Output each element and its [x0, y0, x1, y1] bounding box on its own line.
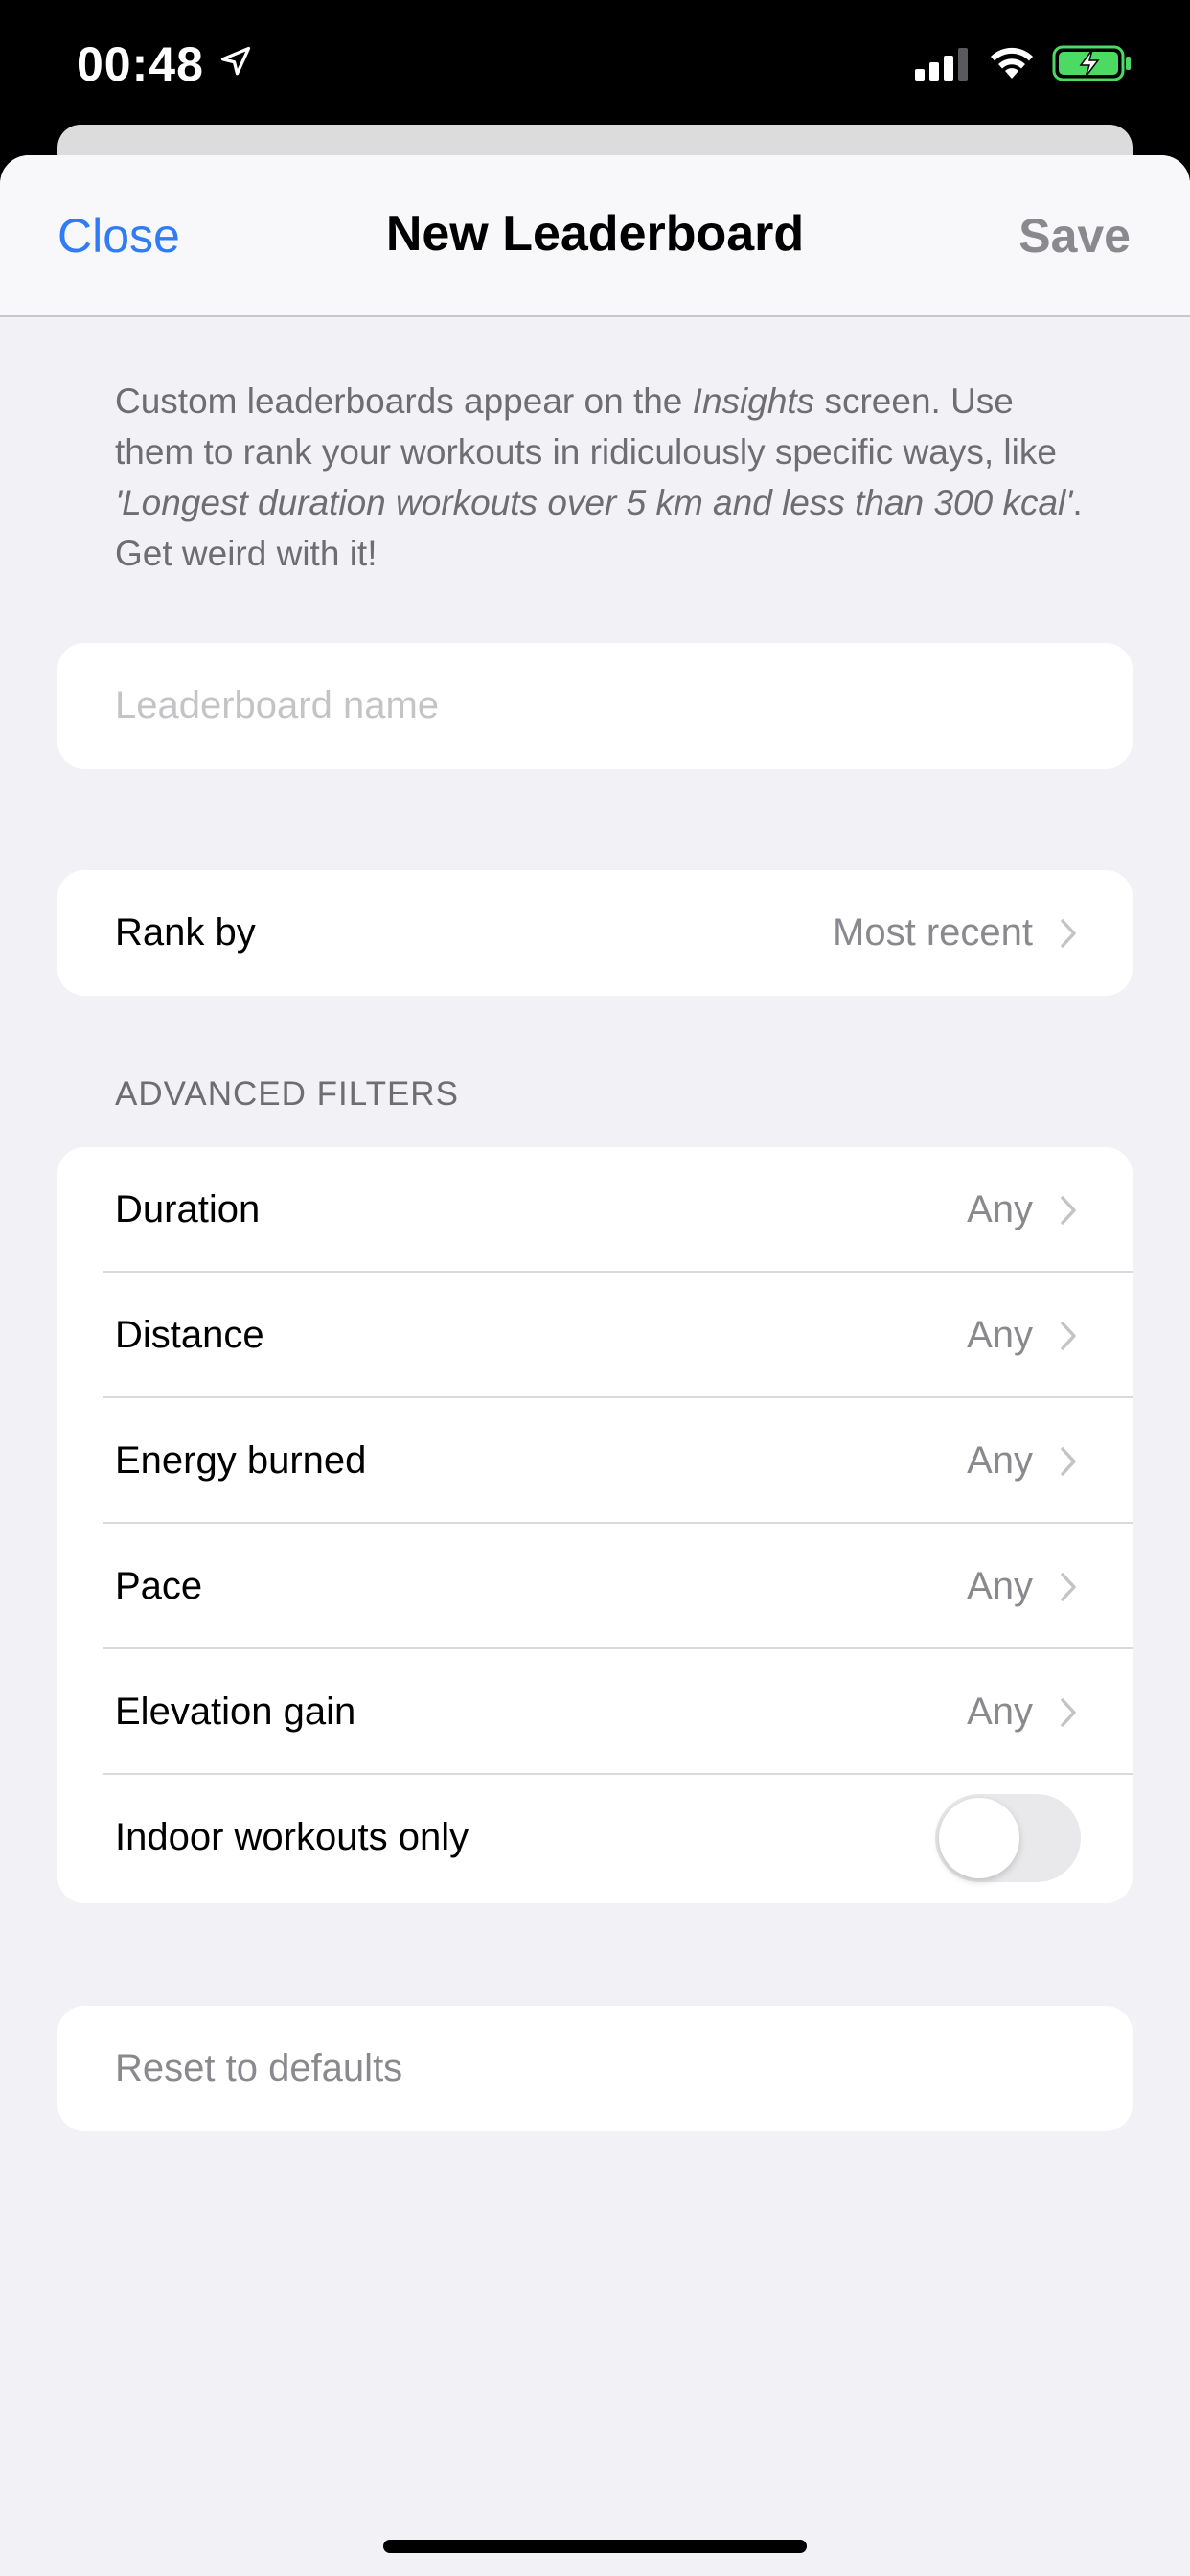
intro-example: 'Longest duration workouts over 5 km and… [115, 483, 1073, 522]
filter-label: Distance [115, 1314, 264, 1356]
rank-by-value: Most recent [833, 911, 1033, 954]
reset-label: Reset to defaults [115, 2047, 403, 2089]
filter-row-duration[interactable]: Duration Any [57, 1147, 1133, 1273]
chevron-right-icon [1061, 1698, 1076, 1727]
page-title: New Leaderboard [385, 206, 805, 262]
wifi-icon [991, 47, 1033, 79]
indoor-only-toggle[interactable] [935, 1794, 1081, 1882]
rank-by-row[interactable]: Rank by Most recent [57, 870, 1133, 996]
status-bar: 00:48 [0, 0, 1190, 144]
leaderboard-name-input[interactable] [115, 643, 1073, 769]
filter-row-energy-burned[interactable]: Energy burned Any [57, 1398, 1133, 1524]
filter-label: Duration [115, 1188, 261, 1230]
rank-by-label: Rank by [115, 911, 256, 954]
filter-value: Any [967, 1565, 1033, 1607]
navigation-bar: Close New Leaderboard Save [0, 155, 1190, 317]
filter-row-elevation-gain[interactable]: Elevation gain Any [57, 1649, 1133, 1775]
toggle-knob [939, 1798, 1019, 1878]
intro-text-1: Custom leaderboards appear on the [115, 381, 693, 421]
chevron-right-icon [1061, 1196, 1076, 1225]
filter-label: Energy burned [115, 1439, 367, 1482]
reset-to-defaults-button[interactable]: Reset to defaults [57, 2006, 1133, 2131]
filter-row-distance[interactable]: Distance Any [57, 1273, 1133, 1398]
filter-value: Any [967, 1188, 1033, 1230]
filter-value: Any [967, 1314, 1033, 1356]
new-leaderboard-sheet: Close New Leaderboard Save Custom leader… [0, 155, 1190, 2576]
filter-label: Pace [115, 1565, 203, 1607]
filter-value: Any [967, 1690, 1033, 1733]
chevron-right-icon [1061, 1447, 1076, 1476]
indoor-only-label: Indoor workouts only [115, 1816, 469, 1858]
rank-by-card: Rank by Most recent [57, 870, 1133, 996]
cellular-signal-icon [915, 48, 968, 80]
save-button[interactable]: Save [1018, 208, 1131, 264]
intro-description: Custom leaderboards appear on the Insigh… [115, 376, 1083, 579]
filter-value: Any [967, 1439, 1033, 1482]
filter-label: Elevation gain [115, 1690, 356, 1733]
battery-charging-icon [1052, 45, 1131, 81]
chevron-right-icon [1061, 919, 1076, 948]
leaderboard-name-card [57, 643, 1133, 769]
advanced-filters-card: Duration Any Distance Any Energy burned … [57, 1147, 1133, 1903]
filter-row-indoor-only: Indoor workouts only [57, 1775, 1133, 1900]
intro-insights-link-text: Insights [692, 381, 815, 421]
filter-row-pace[interactable]: Pace Any [57, 1524, 1133, 1649]
location-arrow-icon [220, 46, 251, 76]
status-time: 00:48 [77, 37, 204, 91]
advanced-filters-header: ADVANCED FILTERS [115, 1075, 459, 1113]
chevron-right-icon [1061, 1573, 1076, 1601]
chevron-right-icon [1061, 1322, 1076, 1350]
home-indicator [383, 2540, 807, 2553]
